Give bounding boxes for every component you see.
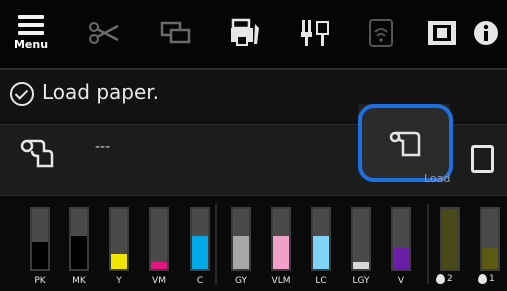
maintenance-box-1	[480, 207, 500, 271]
wifi-icon	[369, 19, 393, 47]
ink-label: LGY	[352, 276, 370, 286]
ink-label: Y	[116, 276, 122, 286]
book-icon	[428, 21, 456, 45]
toolbar: Menu	[0, 0, 507, 70]
manual-button[interactable]	[414, 0, 470, 66]
menu-button[interactable]: Menu	[6, 0, 56, 66]
ink-cartridge-vm	[149, 207, 169, 271]
ink-cartridge-lgy	[351, 207, 371, 271]
ink-level-fill	[192, 236, 208, 269]
ink-cartridge-gy	[231, 207, 251, 271]
menu-label: Menu	[13, 38, 49, 51]
ink-label: PK	[34, 276, 46, 286]
cut-button[interactable]	[77, 0, 133, 66]
cut-sheet-icon	[471, 145, 494, 173]
menu-icon	[17, 15, 44, 35]
ink-cartridge-lc	[311, 207, 331, 271]
roll-paper-icon	[20, 139, 54, 168]
network-icon	[301, 20, 329, 46]
ink-level-fill	[233, 236, 249, 269]
ink-cartridge-v	[391, 207, 411, 271]
ink-label: VLM	[271, 276, 291, 286]
drop-icon	[436, 274, 445, 284]
ink-level-fill	[111, 254, 127, 269]
info-button[interactable]	[468, 0, 504, 66]
scissors-icon	[89, 22, 119, 44]
network-button[interactable]	[287, 0, 343, 66]
maintenance-box-label: 1	[478, 274, 495, 284]
wifi-button[interactable]	[354, 0, 410, 66]
ink-level-fill	[313, 236, 329, 269]
ink-level-fill	[32, 242, 48, 269]
tray-button[interactable]	[148, 0, 204, 66]
ink-cartridge-mk	[69, 207, 89, 271]
ink-level-fill	[151, 261, 167, 269]
tray-icon	[160, 21, 191, 44]
info-icon	[474, 21, 498, 45]
ink-cartridge-c	[190, 207, 210, 271]
ink-cartridge-vlm	[271, 207, 291, 271]
ink-label: LC	[315, 276, 327, 286]
divider	[427, 204, 429, 284]
divider	[215, 204, 217, 284]
cut-sheet-button[interactable]	[458, 124, 507, 194]
roll-paper-load-icon	[389, 131, 421, 157]
maintenance-box-2	[440, 207, 460, 271]
ink-status-panel[interactable]: PK MK Y VM C GY VLM LC LGY V 2 1	[0, 196, 507, 291]
maintenance-box-number: 2	[447, 274, 453, 284]
check-icon	[10, 82, 34, 106]
ink-label: V	[397, 276, 405, 286]
ink-level-fill	[393, 248, 409, 269]
ink-label: C	[196, 276, 204, 286]
maintenance-box-number: 1	[489, 274, 495, 284]
ink-level-fill	[273, 236, 289, 269]
maintenance-box-label: 2	[436, 274, 453, 284]
ink-cartridge-pk	[30, 207, 50, 271]
maintenance-button[interactable]	[218, 0, 274, 66]
ink-label: MK	[72, 276, 86, 286]
maintenance-level-fill	[482, 248, 498, 269]
maintenance-level-fill	[442, 209, 458, 269]
ink-level-fill	[71, 236, 87, 269]
ink-level-fill	[353, 261, 369, 269]
status-message: Load paper.	[42, 80, 160, 104]
load-roll-paper-button[interactable]	[358, 104, 453, 182]
ink-cartridge-y	[109, 207, 129, 271]
ink-label: VM	[152, 276, 166, 286]
printer-wrench-icon	[231, 18, 259, 46]
drop-icon	[478, 274, 487, 284]
roll-paper-value: ---	[95, 139, 111, 155]
ink-label: GY	[234, 276, 248, 286]
load-label: Load	[424, 172, 451, 185]
